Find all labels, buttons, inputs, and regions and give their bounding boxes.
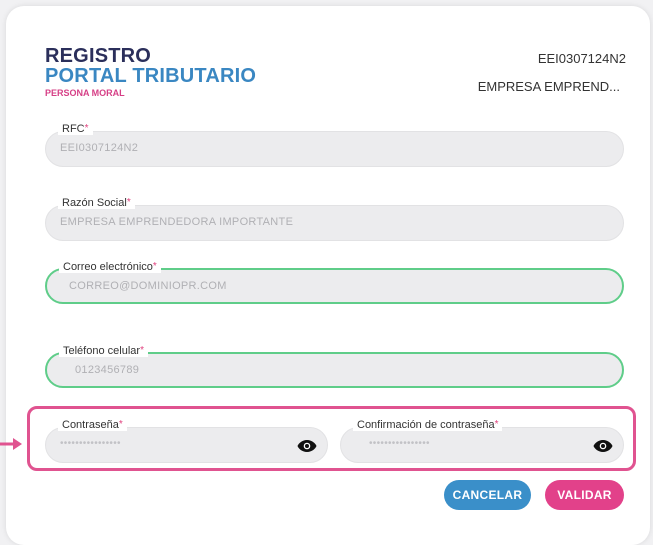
- header-rfc: EEI0307124N2: [537, 51, 626, 66]
- required-mark: *: [140, 345, 144, 356]
- phone-field[interactable]: Teléfono celular* 0123456789: [45, 345, 624, 388]
- email-field[interactable]: Correo electrónico* CORREO@DOMINIOPR.COM: [45, 261, 624, 304]
- razon-social-label: Razón Social*: [58, 197, 135, 209]
- cancel-button[interactable]: CANCELAR: [444, 480, 531, 510]
- phone-placeholder: 0123456789: [75, 364, 140, 376]
- rfc-label: RFC*: [58, 123, 93, 135]
- brand-subtitle: PERSONA MORAL: [45, 88, 125, 98]
- rfc-label-text: RFC: [62, 123, 85, 135]
- password-label: Contraseña*: [58, 419, 127, 431]
- password-label-text: Contraseña: [62, 419, 119, 431]
- razon-social-field: Razón Social* EMPRESA EMPRENDEDORA IMPOR…: [45, 197, 624, 241]
- required-mark: *: [84, 123, 89, 134]
- eye-icon[interactable]: [297, 436, 317, 456]
- email-placeholder: CORREO@DOMINIOPR.COM: [69, 280, 227, 292]
- eye-icon[interactable]: [593, 436, 613, 456]
- password-confirm-label-text: Confirmación de contraseña: [357, 419, 495, 431]
- brand-logo: REGISTRO PORTAL TRIBUTARIO PERSONA MORAL: [45, 46, 256, 98]
- required-mark: *: [118, 419, 123, 430]
- rfc-field: RFC* EEI0307124N2: [45, 123, 624, 167]
- razon-social-value: EMPRESA EMPRENDEDORA IMPORTANTE: [60, 216, 294, 228]
- phone-label-text: Teléfono celular: [63, 345, 141, 357]
- phone-label: Teléfono celular*: [59, 345, 148, 357]
- brand-title-line1: REGISTRO: [45, 45, 152, 67]
- password-field[interactable]: Contraseña* ••••••••••••••••: [45, 419, 328, 463]
- password-confirm-field[interactable]: Confirmación de contraseña* ••••••••••••…: [340, 419, 624, 463]
- password-confirm-label: Confirmación de contraseña*: [353, 419, 503, 431]
- arrow-right-icon: [0, 438, 22, 450]
- required-mark: *: [152, 261, 157, 272]
- header-company: EMPRESA EMPREND...: [477, 79, 620, 94]
- password-confirm-placeholder: ••••••••••••••••: [369, 438, 430, 449]
- email-label: Correo electrónico*: [59, 261, 161, 273]
- required-mark: *: [494, 419, 499, 430]
- required-mark: *: [126, 197, 131, 208]
- validate-button[interactable]: VALIDAR: [545, 480, 624, 510]
- brand-title-line2: PORTAL TRIBUTARIO: [45, 65, 257, 87]
- password-placeholder: ••••••••••••••••: [60, 438, 121, 449]
- rfc-value: EEI0307124N2: [60, 142, 139, 154]
- razon-social-label-text: Razón Social: [62, 197, 127, 209]
- email-label-text: Correo electrónico: [63, 261, 153, 273]
